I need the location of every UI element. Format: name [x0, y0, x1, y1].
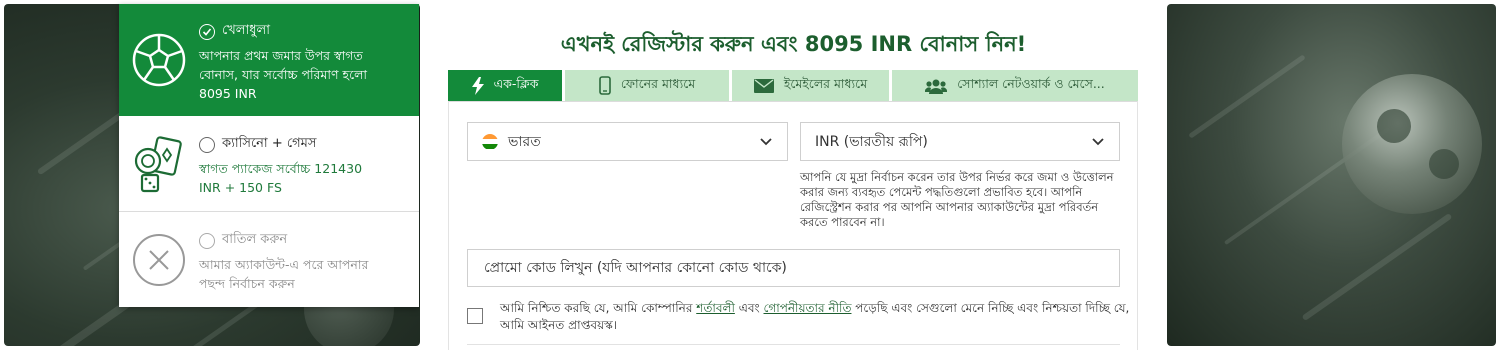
country-select-value: ভারত [508, 133, 541, 150]
radio-unselected-icon[interactable] [199, 136, 215, 153]
tab-email[interactable]: ইমেইলের মাধ্যমে [732, 70, 892, 101]
registration-form: এখনই রেজিস্টার করুন এবং 8095 INR বোনাস ন… [420, 0, 1167, 350]
privacy-policy-link[interactable]: গোপনীয়তার নীতি [764, 301, 852, 315]
registration-method-tabs: এক-ক্লিক ফোনের মাধ্যমে ইমেইলের মাধ্যমে স… [448, 70, 1138, 101]
stadium-background-right [1167, 4, 1496, 346]
india-flag-icon [482, 133, 498, 150]
terms-link[interactable]: শর্তাবলী [696, 301, 735, 315]
bonus-option-description: আমার অ্যাকাউন্ট-এ পরে আপনার পছন্দ নির্বা… [199, 257, 369, 291]
currency-help-text: আপনি যে মুদ্রা নির্বাচন করেন তার উপর নির… [800, 170, 1114, 229]
bonus-option-title: ক্যাসিনো + গেমস [222, 136, 317, 151]
radio-selected-icon[interactable] [199, 23, 215, 40]
tab-social-networks[interactable]: সোশ্যাল নেটওয়ার্ক ও মেসে... [892, 70, 1138, 101]
terms-agreement-text: আমি নিশ্চিত করছি যে, আমি কোম্পানির শর্তা… [500, 301, 1130, 332]
currency-select-value: INR (ভারতীয় রূপি) [815, 133, 928, 150]
terms-checkbox[interactable] [467, 308, 483, 324]
casino-chips-cards-icon [119, 116, 199, 211]
chevron-down-icon [760, 138, 772, 146]
bonus-selector: খেলাধুলা আপনার প্রথম জমার উপর স্বাগত বোন… [119, 4, 419, 307]
country-select[interactable]: ভারত [467, 122, 788, 161]
divider [467, 344, 1120, 345]
phone-icon [599, 76, 611, 95]
bonus-option-title: খেলাধুলা [222, 23, 271, 38]
users-icon [925, 79, 948, 94]
bonus-option-description: আপনার প্রথম জমার উপর স্বাগত বোনাস, যার স… [199, 48, 368, 101]
bonus-option-cancel[interactable]: বাতিল করুন আমার অ্যাকাউন্ট-এ পরে আপনার প… [119, 212, 419, 307]
promo-code-input[interactable]: প্রোমো কোড লিখুন (যদি আপনার কোনো কোড থাক… [467, 249, 1120, 287]
soccer-ball-icon [119, 4, 199, 116]
tab-one-click[interactable]: এক-ক্লিক [448, 70, 565, 101]
bonus-option-title: বাতিল করুন [222, 232, 288, 247]
bonus-option-casino[interactable]: ক্যাসিনো + গেমস স্বাগত প্যাকেজ সর্বোচ্চ … [119, 116, 419, 212]
envelope-icon [753, 78, 774, 93]
bonus-option-description: স্বাগত প্যাকেজ সর্বোচ্চ 121430 INR + 150… [199, 161, 363, 195]
bonus-option-sports[interactable]: খেলাধুলা আপনার প্রথম জমার উপর স্বাগত বোন… [119, 4, 419, 116]
registration-page: খেলাধুলা আপনার প্রথম জমার উপর স্বাগত বোন… [0, 0, 1500, 350]
lightning-icon [471, 76, 484, 95]
currency-select[interactable]: INR (ভারতীয় রূপি) [800, 122, 1120, 161]
tab-phone[interactable]: ফোনের মাধ্যমে [565, 70, 732, 101]
promo-code-placeholder: প্রোমো কোড লিখুন (যদি আপনার কোনো কোড থাক… [484, 260, 787, 276]
chevron-down-icon [1092, 138, 1104, 146]
page-title: এখনই রেজিস্টার করুন এবং 8095 INR বোনাস ন… [560, 32, 1027, 56]
radio-unselected-icon[interactable] [199, 232, 215, 249]
cancel-x-icon [119, 212, 199, 307]
